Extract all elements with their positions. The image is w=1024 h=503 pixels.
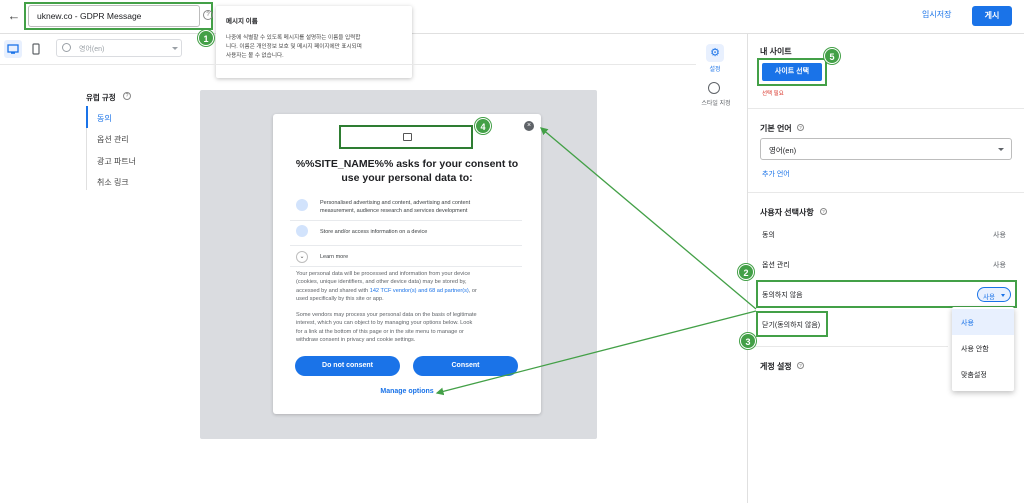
purpose-line: measurement, audience research and servi… bbox=[320, 208, 468, 214]
help-icon[interactable]: ? bbox=[797, 362, 804, 369]
choice-row-value[interactable]: 사용 bbox=[993, 260, 1006, 270]
do-not-consent-button[interactable]: Do not consent bbox=[295, 356, 400, 376]
chevron-down-icon bbox=[998, 148, 1004, 151]
people-icon bbox=[296, 199, 308, 211]
callout-badge: 2 bbox=[738, 264, 754, 280]
help-icon[interactable]: ? bbox=[203, 10, 213, 20]
paragraph-text: accessed by and shared with bbox=[296, 287, 370, 294]
dialog-title: %%SITE_NAME%% asks for your consent to u… bbox=[295, 158, 519, 184]
divider bbox=[290, 220, 522, 221]
nav-item-ad-partners[interactable]: 광고 파트너 bbox=[97, 156, 136, 167]
tooltip-line: 사용자는 볼 수 없습니다. bbox=[226, 53, 284, 59]
paragraph-line: (cookies, unique identifiers, and other … bbox=[296, 279, 467, 286]
preview-language-select[interactable]: 영어(en) bbox=[56, 39, 182, 57]
divider bbox=[290, 245, 522, 246]
paragraph-line: Some vendors may process your personal d… bbox=[296, 312, 477, 318]
paragraph-line: Your personal data will be processed and… bbox=[296, 271, 471, 277]
help-icon[interactable]: ? bbox=[820, 208, 827, 215]
default-language-title: 기본 언어 bbox=[760, 124, 792, 133]
paragraph-line: accessed by and shared with 142 TCF vend… bbox=[296, 287, 522, 295]
callout-badge: 1 bbox=[198, 30, 214, 46]
tab-style[interactable]: 스타일 지정 bbox=[696, 98, 736, 107]
nav-item-consent[interactable]: 동의 bbox=[97, 113, 112, 124]
desktop-preview-icon[interactable] bbox=[4, 40, 22, 58]
tooltip-line: 나중에 식별할 수 있도록 메시지를 설명하는 이름을 입력합 bbox=[226, 35, 361, 41]
nav-track bbox=[86, 128, 87, 190]
paragraph-line: interest, which you can object to by man… bbox=[296, 320, 473, 327]
dialog-paragraph: Your personal data will be processed and… bbox=[296, 270, 522, 303]
choice-row-value[interactable]: 사용 bbox=[993, 230, 1006, 240]
add-language-link[interactable]: 추가 언어 bbox=[762, 169, 790, 179]
tooltip-title: 메시지 이름 bbox=[226, 18, 258, 25]
mobile-preview-icon[interactable] bbox=[30, 40, 42, 58]
message-name-tooltip: 메시지 이름 나중에 식별할 수 있도록 메시지를 설명하는 이름을 입력합 니… bbox=[216, 6, 412, 78]
purpose-text: Personalised advertising and content, ad… bbox=[320, 199, 470, 215]
reject-visibility-dropdown[interactable]: 사용 bbox=[977, 287, 1011, 302]
choice-row-label: 옵션 관리 bbox=[762, 262, 790, 269]
device-icon bbox=[296, 225, 308, 237]
chevron-down-icon[interactable]: ⌄ bbox=[296, 251, 308, 263]
menu-item-do-not-use[interactable]: 사용 안함 bbox=[952, 335, 1014, 361]
publish-button[interactable]: 게시 bbox=[972, 6, 1012, 26]
purpose-text: Store and/or access information on a dev… bbox=[320, 229, 428, 235]
choice-row-label: 동의 bbox=[762, 232, 775, 239]
paragraph-line: used specifically by this site or app. bbox=[296, 295, 384, 302]
menu-item-use[interactable]: 사용 bbox=[952, 309, 1014, 335]
divider bbox=[0, 64, 696, 65]
divider bbox=[748, 108, 1024, 109]
choice-row-label: 닫기(동의하지 않음) bbox=[762, 322, 821, 329]
chevron-down-icon bbox=[172, 47, 178, 50]
paragraph-line: withdraw consent in privacy and cookie s… bbox=[296, 336, 416, 343]
required-hint: 선택 필요 bbox=[762, 91, 784, 97]
divider bbox=[748, 192, 1024, 193]
consent-button[interactable]: Consent bbox=[413, 356, 518, 376]
purpose-line: Personalised advertising and content, ad… bbox=[320, 200, 471, 206]
learn-more-link[interactable]: Learn more bbox=[320, 253, 348, 261]
choice-row-label: 동의하지 않음 bbox=[762, 292, 803, 299]
close-icon[interactable]: × bbox=[524, 121, 534, 131]
tooltip-body: 나중에 식별할 수 있도록 메시지를 설명하는 이름을 입력합 니다. 이름은 … bbox=[226, 34, 402, 61]
manage-options-link[interactable]: Manage options bbox=[273, 388, 541, 395]
tab-settings-label: 설정 bbox=[709, 67, 721, 73]
chevron-down-icon bbox=[1001, 294, 1005, 297]
divider bbox=[748, 346, 948, 347]
my-site-title: 내 사이트 bbox=[760, 47, 792, 56]
menu-item-custom[interactable]: 맞춤설정 bbox=[952, 361, 1014, 387]
globe-icon bbox=[62, 43, 71, 52]
message-name-highlight bbox=[24, 2, 213, 30]
nav-item-revocation-link[interactable]: 취소 링크 bbox=[97, 177, 129, 188]
image-icon bbox=[403, 133, 412, 141]
callout-badge: 3 bbox=[740, 333, 756, 349]
nav-title: 유럽 규정 bbox=[86, 93, 116, 102]
nav-item-manage-options[interactable]: 옵션 관리 bbox=[97, 134, 129, 145]
help-icon[interactable]: ? bbox=[797, 124, 804, 131]
divider bbox=[290, 266, 522, 267]
callout-badge: 4 bbox=[475, 118, 491, 134]
paragraph-text: , or bbox=[468, 287, 477, 294]
dialog-paragraph: Some vendors may process your personal d… bbox=[296, 311, 522, 344]
vendors-link[interactable]: 142 TCF vendor(s) and 68 ad partner(s) bbox=[370, 288, 469, 294]
default-language-select[interactable]: 영어(en) bbox=[760, 138, 1012, 160]
back-arrow-icon[interactable]: ← bbox=[6, 8, 22, 24]
paragraph-line: for a link at the bottom of this page or… bbox=[296, 328, 464, 335]
account-settings-title: 게정 설정 bbox=[760, 362, 792, 371]
help-icon[interactable]: ? bbox=[123, 92, 131, 100]
palette-icon[interactable] bbox=[708, 82, 720, 94]
gear-icon[interactable]: ⚙ bbox=[706, 44, 724, 62]
nav-active-indicator bbox=[86, 106, 88, 128]
callout-badge: 5 bbox=[824, 48, 840, 64]
user-choices-title: 사용자 선택사항 bbox=[760, 208, 814, 217]
select-site-button[interactable]: 사이트 선택 bbox=[762, 63, 822, 81]
tab-settings[interactable]: 설정 bbox=[700, 64, 730, 73]
tooltip-line: 니다. 이름은 개인정보 보호 및 메시지 페이지에만 표시되며 bbox=[226, 44, 362, 50]
save-draft-button[interactable]: 임시저장 bbox=[922, 9, 951, 20]
